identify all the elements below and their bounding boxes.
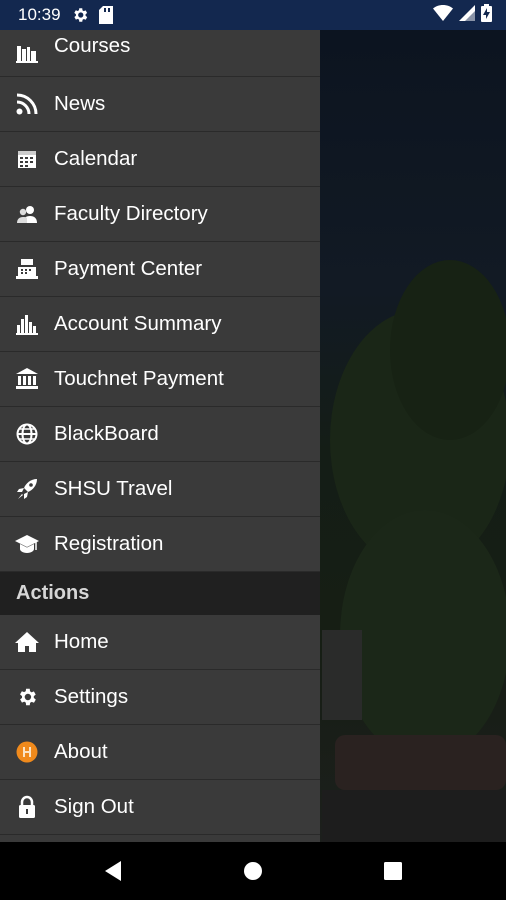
menu-item-label: Payment Center (54, 257, 203, 280)
menu-item-courses[interactable]: Courses (0, 30, 320, 77)
cash-register-icon (14, 256, 40, 282)
menu-item-label: About (54, 740, 108, 763)
home-circle-icon[interactable] (236, 854, 270, 888)
graduation-cap-icon (14, 531, 40, 557)
actions-section-header: Actions (0, 572, 320, 615)
gear-icon (71, 6, 89, 24)
gear-icon (14, 684, 40, 710)
people-icon (14, 201, 40, 227)
bank-icon (14, 366, 40, 392)
rocket-icon (14, 476, 40, 502)
status-time: 10:39 (18, 5, 61, 24)
signal-icon (459, 4, 475, 26)
menu-item-payment-center[interactable]: Payment Center (0, 242, 320, 297)
menu-item-blackboard[interactable]: BlackBoard (0, 407, 320, 462)
navigation-drawer: Courses News Calendar Faculty Directory … (0, 30, 320, 842)
library-icon (14, 40, 40, 66)
menu-item-label: Home (54, 630, 109, 653)
menu-item-label: Touchnet Payment (54, 367, 224, 390)
menu-item-shsu-travel[interactable]: SHSU Travel (0, 462, 320, 517)
menu-item-registration[interactable]: Registration (0, 517, 320, 572)
status-bar: 10:39 (0, 0, 506, 30)
battery-charging-icon (481, 3, 492, 27)
hedge-shape (335, 735, 506, 790)
menu-item-label: Registration (54, 532, 164, 555)
sd-card-icon (98, 6, 113, 24)
menu-item-label: SHSU Travel (54, 477, 173, 500)
home-icon (14, 629, 40, 655)
shsu-logo-icon (14, 739, 40, 765)
lock-icon (14, 794, 40, 820)
menu-item-settings[interactable]: Settings (0, 670, 320, 725)
back-icon[interactable] (96, 854, 130, 888)
menu-item-news[interactable]: News (0, 77, 320, 132)
globe-icon (14, 421, 40, 447)
menu-item-label: Settings (54, 685, 129, 708)
section-header-label: Actions (16, 582, 90, 604)
rss-icon (14, 91, 40, 117)
menu-item-faculty-directory[interactable]: Faculty Directory (0, 187, 320, 242)
menu-item-calendar[interactable]: Calendar (0, 132, 320, 187)
menu-item-home[interactable]: Home (0, 615, 320, 670)
menu-item-touchnet-payment[interactable]: Touchnet Payment (0, 352, 320, 407)
bar-chart-icon (14, 311, 40, 337)
menu-item-label: Sign Out (54, 795, 134, 818)
menu-item-about[interactable]: About (0, 725, 320, 780)
recents-icon[interactable] (376, 854, 410, 888)
building-shape (322, 630, 362, 720)
menu-item-label: Account Summary (54, 312, 222, 335)
menu-item-label: Faculty Directory (54, 202, 208, 225)
menu-item-sign-out[interactable]: Sign Out (0, 780, 320, 835)
menu-item-label: Courses (54, 34, 131, 57)
system-navigation-bar (0, 842, 506, 900)
tree-shape (340, 510, 506, 760)
menu-item-account-summary[interactable]: Account Summary (0, 297, 320, 352)
calendar-icon (14, 146, 40, 172)
tree-shape (390, 260, 506, 440)
wifi-icon (433, 4, 453, 26)
menu-item-label: BlackBoard (54, 422, 159, 445)
menu-item-label: News (54, 92, 106, 115)
menu-item-label: Calendar (54, 147, 138, 170)
